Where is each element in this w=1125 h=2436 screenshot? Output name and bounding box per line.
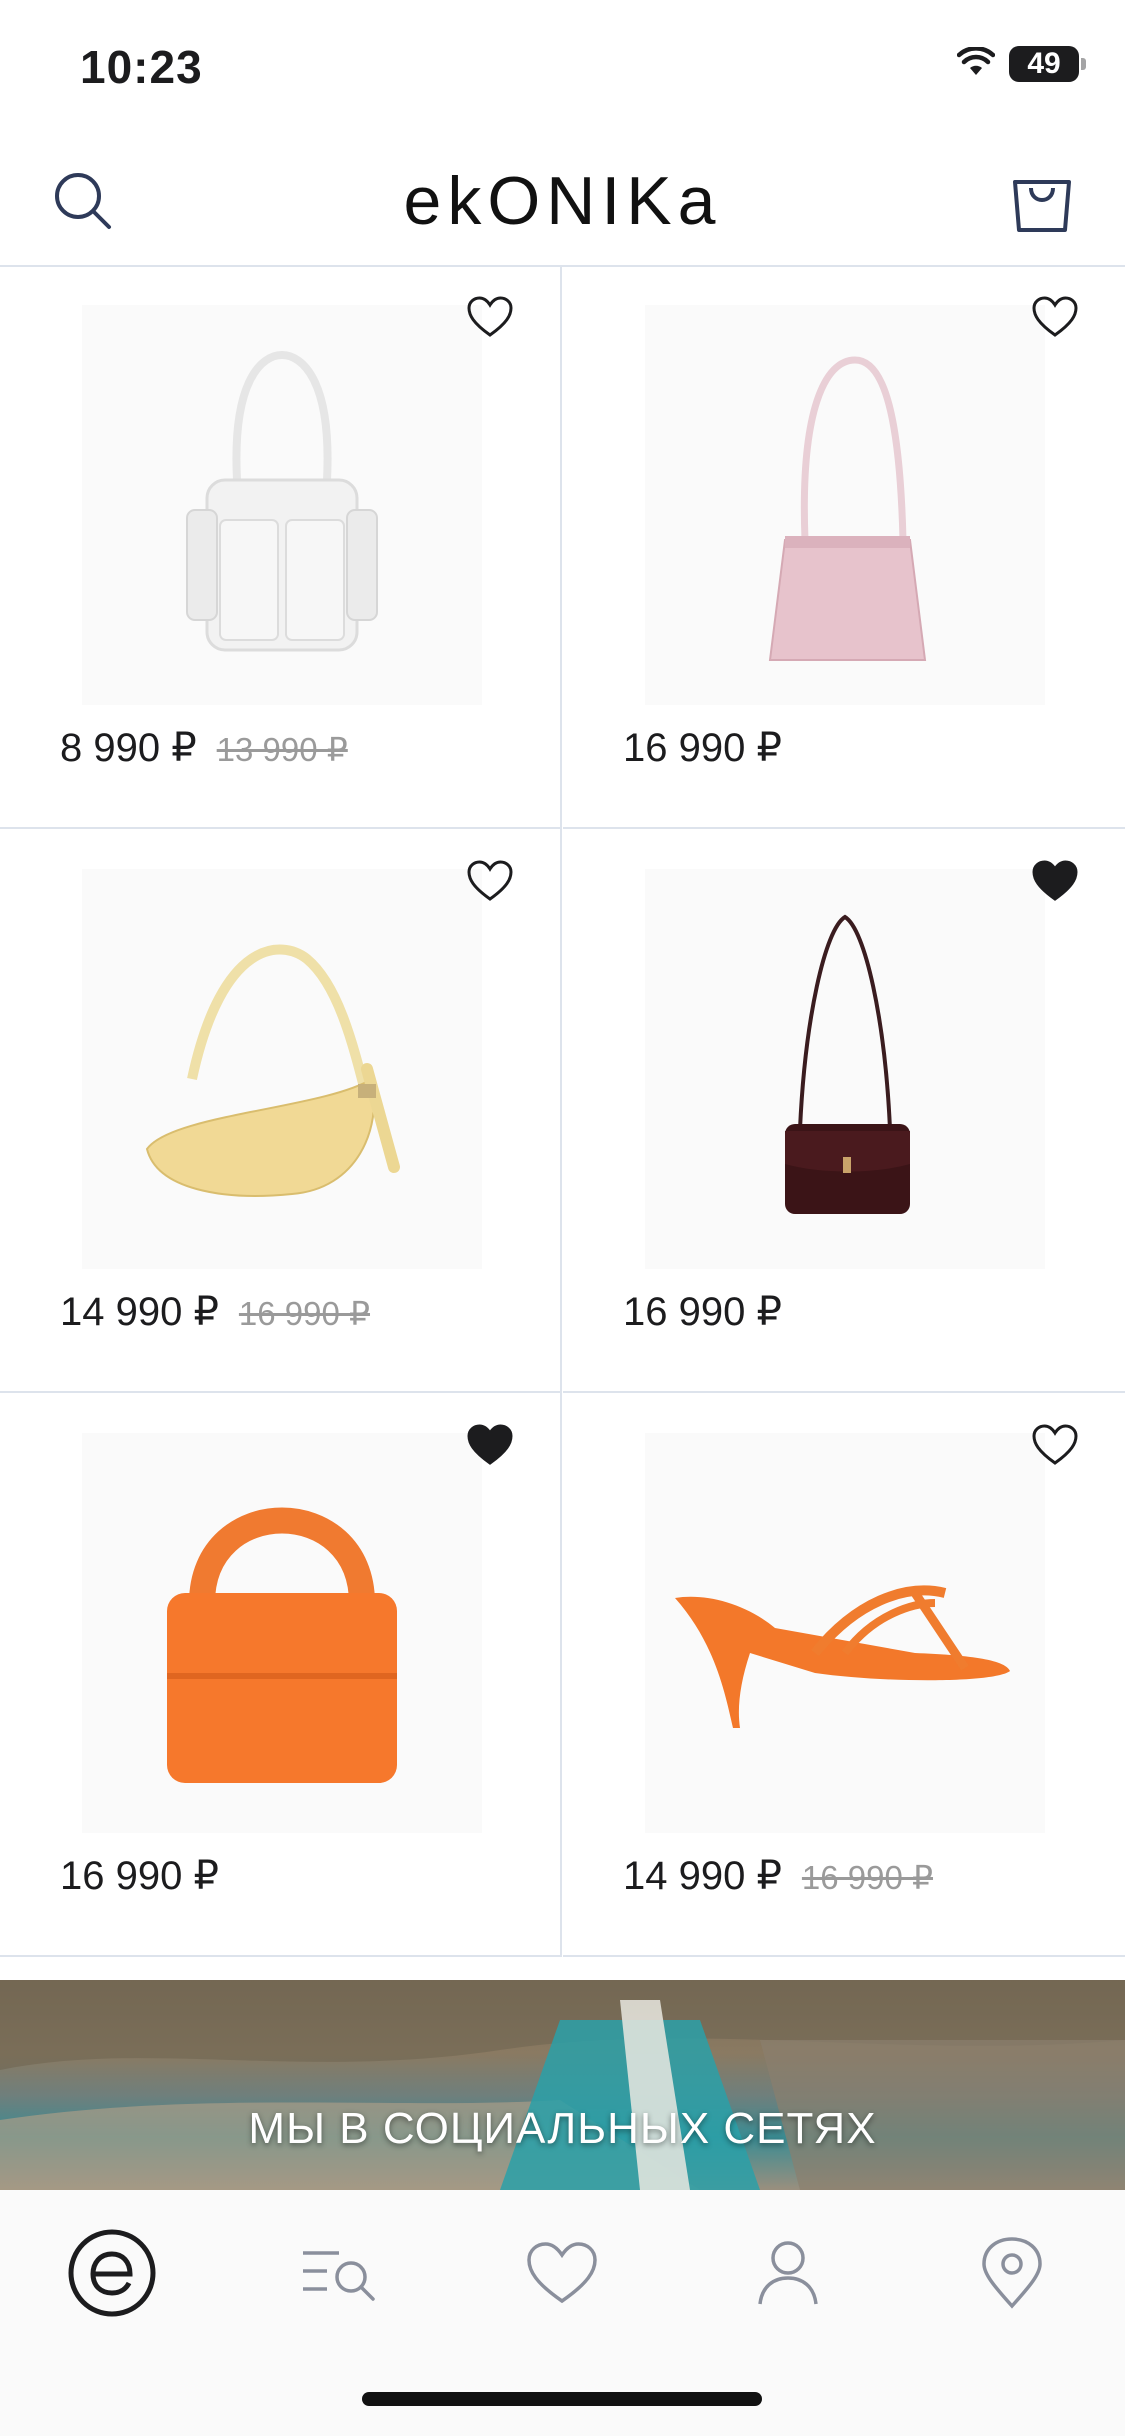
status-indicators: 49 bbox=[956, 45, 1086, 82]
price: 16 990 ₽ bbox=[60, 1854, 219, 1898]
heart-icon bbox=[526, 2241, 598, 2310]
price: 14 990 ₽ bbox=[60, 1290, 219, 1334]
app-header: ekONIKa bbox=[0, 140, 1125, 265]
banner-title: МЫ В СОЦИАЛЬНЫХ СЕТЯХ bbox=[248, 2104, 877, 2153]
home-logo-icon bbox=[66, 2227, 158, 2324]
product-card[interactable]: 16 990 ₽ bbox=[563, 829, 1125, 1393]
favorite-button[interactable] bbox=[1025, 853, 1085, 913]
location-pin-icon bbox=[980, 2236, 1044, 2315]
price: 16 990 ₽ bbox=[623, 726, 782, 770]
product-card[interactable]: 14 990 ₽ 16 990 ₽ bbox=[563, 1393, 1125, 1957]
price-row: 16 990 ₽ bbox=[623, 1289, 782, 1335]
old-price: 16 990 ₽ bbox=[238, 1295, 371, 1332]
status-bar: 10:23 49 bbox=[0, 0, 1125, 140]
price-row: 14 990 ₽ 16 990 ₽ bbox=[623, 1853, 933, 1899]
price-row: 16 990 ₽ bbox=[60, 1853, 219, 1899]
brand-logo[interactable]: ekONIKa bbox=[0, 162, 1125, 240]
heart-filled-icon bbox=[1032, 859, 1078, 907]
product-card[interactable]: 14 990 ₽ 16 990 ₽ bbox=[0, 829, 562, 1393]
heart-outline-icon bbox=[467, 859, 513, 907]
shopping-bag-icon bbox=[1009, 168, 1075, 239]
product-image-orange-mule[interactable] bbox=[645, 1433, 1045, 1833]
heart-filled-icon bbox=[467, 1423, 513, 1471]
home-indicator bbox=[362, 2392, 762, 2406]
price: 16 990 ₽ bbox=[623, 1290, 782, 1334]
battery-indicator: 49 bbox=[1009, 46, 1086, 82]
product-image-orange-bag[interactable] bbox=[82, 1433, 482, 1833]
price: 14 990 ₽ bbox=[623, 1854, 782, 1898]
price-row: 8 990 ₽ 13 990 ₽ bbox=[60, 725, 348, 771]
favorite-button[interactable] bbox=[1025, 289, 1085, 349]
old-price: 13 990 ₽ bbox=[216, 731, 348, 768]
price: 8 990 ₽ bbox=[60, 726, 197, 770]
wifi-icon bbox=[956, 45, 996, 82]
favorite-button[interactable] bbox=[1025, 1417, 1085, 1477]
profile-icon bbox=[756, 2238, 820, 2313]
product-card[interactable]: 8 990 ₽ 13 990 ₽ bbox=[0, 265, 562, 829]
catalog-search-icon bbox=[299, 2241, 379, 2310]
product-image-burgundy-bag[interactable] bbox=[645, 869, 1045, 1269]
product-image-pink-bag[interactable] bbox=[645, 305, 1045, 705]
heart-outline-icon bbox=[1032, 1423, 1078, 1471]
old-price: 16 990 ₽ bbox=[801, 1859, 934, 1896]
price-row: 16 990 ₽ bbox=[623, 725, 782, 771]
price-row: 14 990 ₽ 16 990 ₽ bbox=[60, 1289, 370, 1335]
product-card[interactable]: 16 990 ₽ bbox=[563, 265, 1125, 829]
tab-profile[interactable] bbox=[733, 2220, 843, 2330]
product-image-yellow-bag[interactable] bbox=[82, 869, 482, 1269]
tab-favorites[interactable] bbox=[507, 2220, 617, 2330]
heart-outline-icon bbox=[1032, 295, 1078, 343]
product-card[interactable]: 16 990 ₽ bbox=[0, 1393, 562, 1957]
product-grid: 8 990 ₽ 13 990 ₽ 16 990 ₽ 14 990 ₽ 16 99… bbox=[0, 265, 1125, 1957]
status-time: 10:23 bbox=[80, 41, 203, 93]
social-networks-banner[interactable]: МЫ В СОЦИАЛЬНЫХ СЕТЯХ bbox=[0, 1980, 1125, 2190]
banner-photo bbox=[0, 1980, 1125, 2190]
product-image-white-bag[interactable] bbox=[82, 305, 482, 705]
tab-catalog[interactable] bbox=[284, 2220, 394, 2330]
tab-stores[interactable] bbox=[957, 2220, 1067, 2330]
favorite-button[interactable] bbox=[460, 853, 520, 913]
favorite-button[interactable] bbox=[460, 289, 520, 349]
heart-outline-icon bbox=[467, 295, 513, 343]
tab-home[interactable] bbox=[57, 2220, 167, 2330]
favorite-button[interactable] bbox=[460, 1417, 520, 1477]
cart-button[interactable] bbox=[999, 160, 1085, 246]
